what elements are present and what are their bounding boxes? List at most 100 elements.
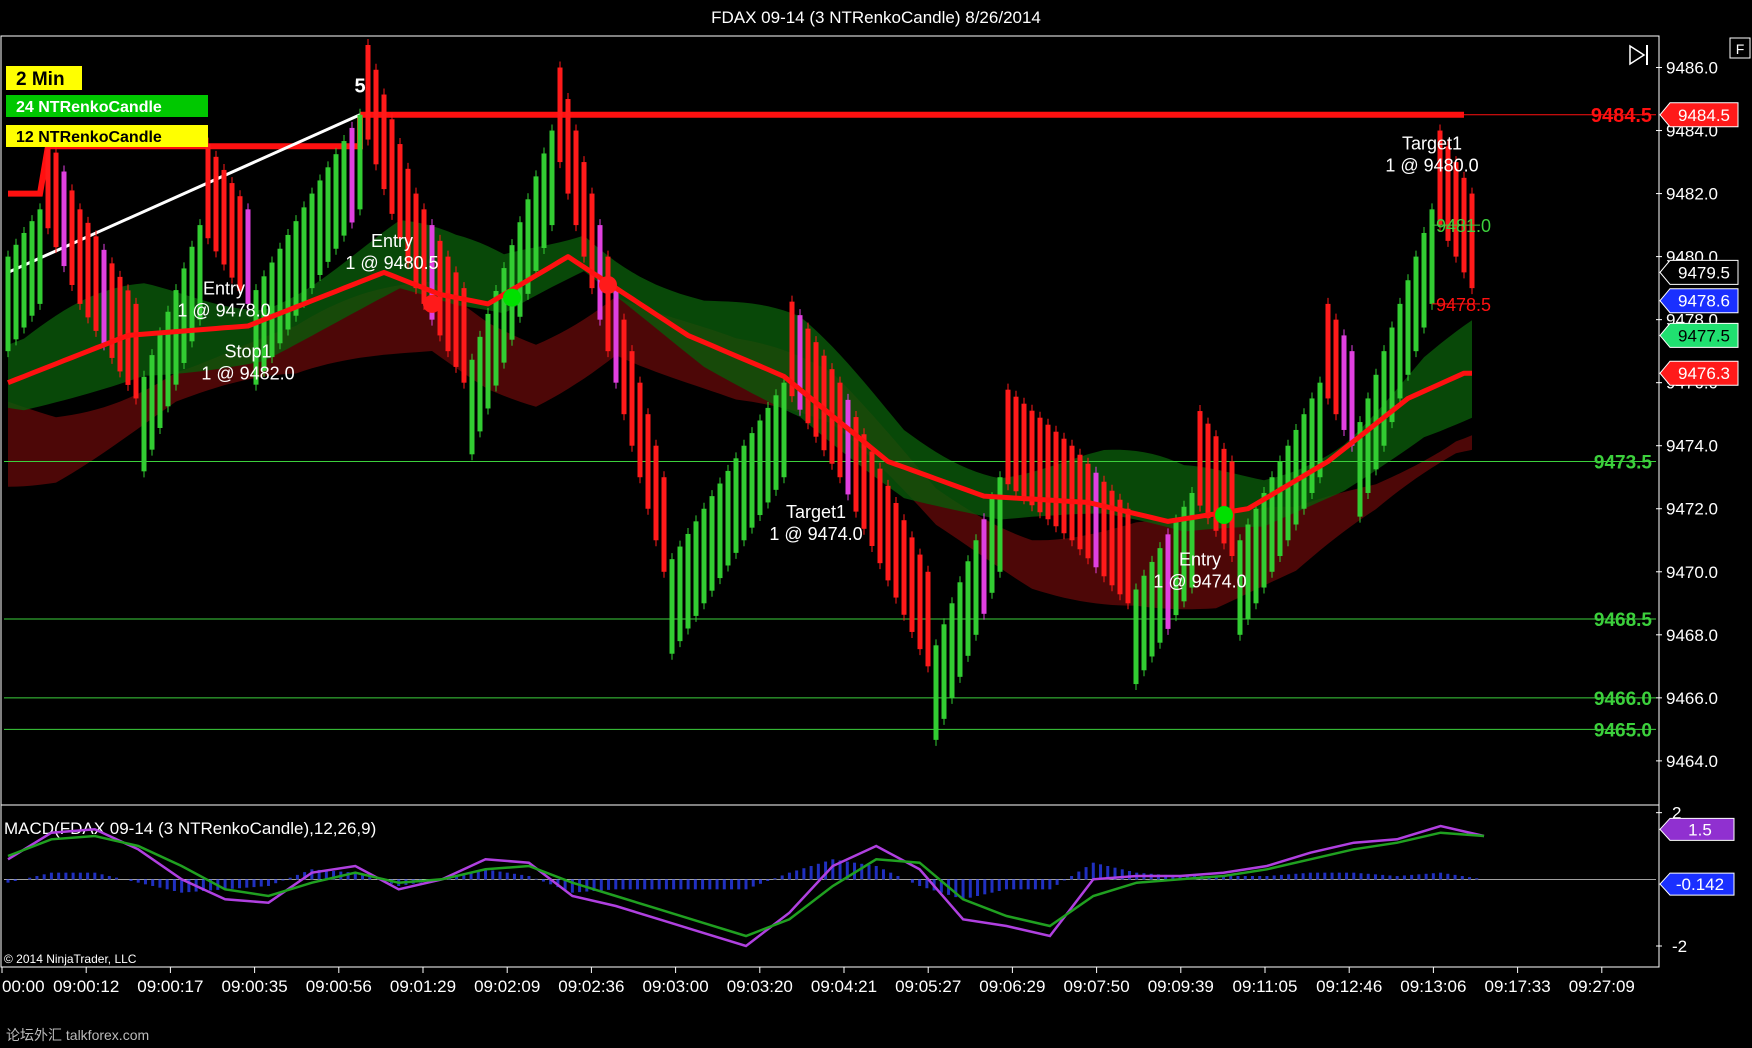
legend-box-1: 2 Min bbox=[6, 66, 82, 90]
renko-bar bbox=[1109, 490, 1115, 586]
renko-bar bbox=[61, 171, 67, 267]
renko-bar bbox=[1045, 424, 1051, 520]
renko-bar bbox=[21, 232, 27, 328]
renko-bar bbox=[1421, 232, 1427, 328]
renko-bar bbox=[813, 342, 819, 437]
renko-bar bbox=[165, 311, 171, 407]
renko-bar bbox=[533, 176, 539, 271]
macd-y-tick-label: -2 bbox=[1672, 937, 1687, 956]
renko-bar bbox=[1133, 589, 1139, 685]
level-label: 9465.0 bbox=[1594, 720, 1652, 741]
renko-bar bbox=[861, 434, 867, 529]
x-tick-label: 09:03:20 bbox=[727, 977, 793, 996]
renko-bar bbox=[613, 288, 619, 383]
x-tick-label: 09:00:56 bbox=[306, 977, 372, 996]
renko-bar bbox=[149, 355, 155, 450]
x-tick-label: 09:00:12 bbox=[53, 977, 119, 996]
renko-bar bbox=[965, 561, 971, 656]
renko-bar bbox=[293, 221, 299, 316]
renko-bar bbox=[157, 333, 163, 428]
watermark-text: 论坛外汇 talkforex.com bbox=[6, 1027, 149, 1043]
renko-bar bbox=[1069, 445, 1075, 541]
renko-bar bbox=[317, 180, 323, 275]
renko-bar bbox=[333, 154, 339, 249]
renko-bar bbox=[1141, 575, 1147, 671]
renko-bar bbox=[1325, 303, 1331, 399]
renko-bar bbox=[1085, 463, 1091, 559]
renko-bar bbox=[245, 209, 251, 304]
legend-box-1-label: 2 Min bbox=[16, 69, 65, 90]
renko-bar bbox=[1005, 389, 1011, 485]
x-tick-label: 09:11:05 bbox=[1233, 977, 1298, 996]
renko-bar bbox=[757, 420, 763, 516]
renko-bar bbox=[69, 190, 75, 285]
renko-bar bbox=[469, 359, 475, 455]
renko-bar bbox=[749, 433, 755, 528]
price-marker-label: 9484.5 bbox=[1678, 106, 1730, 125]
annotation-line2: 1 @ 9482.0 bbox=[201, 363, 294, 383]
renko-bar bbox=[885, 485, 891, 581]
renko-bar bbox=[869, 451, 875, 546]
renko-bar bbox=[85, 222, 91, 318]
legend-box-3: 12 NTRenkoCandle bbox=[6, 125, 208, 147]
renko-bar bbox=[389, 119, 395, 214]
renko-bar bbox=[1381, 351, 1387, 446]
renko-bar bbox=[1341, 335, 1347, 430]
renko-bar bbox=[1205, 423, 1211, 519]
annotation-line2: 1 @ 9480.0 bbox=[1385, 155, 1478, 175]
y-tick-label: 9470.0 bbox=[1666, 563, 1718, 582]
price-marker-label: 9477.5 bbox=[1678, 326, 1730, 345]
swing-dot bbox=[423, 294, 441, 313]
annotation-line2: 1 @ 9474.0 bbox=[769, 524, 862, 544]
x-tick-label: 09:03:00 bbox=[643, 977, 709, 996]
renko-bar bbox=[117, 276, 123, 372]
renko-bar bbox=[981, 519, 987, 614]
x-tick-label: 09:02:09 bbox=[474, 977, 540, 996]
macd-marker-label: 1.5 bbox=[1688, 820, 1712, 839]
renko-bar bbox=[1397, 303, 1403, 399]
scroll-end-button[interactable] bbox=[1629, 44, 1648, 66]
renko-bar bbox=[1365, 398, 1371, 493]
renko-bar bbox=[549, 130, 555, 226]
legend-box-2: 24 NTRenkoCandle bbox=[6, 95, 208, 117]
play-end-icon[interactable] bbox=[1629, 44, 1646, 66]
renko-bar bbox=[45, 133, 51, 229]
y-tick-label: 9466.0 bbox=[1666, 689, 1718, 708]
renko-bar bbox=[701, 508, 707, 604]
renko-bar bbox=[1277, 461, 1283, 557]
renko-bar bbox=[397, 144, 403, 239]
renko-bar bbox=[645, 414, 651, 509]
price-marker-label: 9478.6 bbox=[1678, 292, 1730, 311]
level-label: 9466.0 bbox=[1594, 689, 1652, 710]
renko-bar bbox=[949, 603, 955, 698]
chart-title: FDAX 09-14 (3 NTRenkoCandle) 8/26/2014 bbox=[711, 8, 1041, 27]
renko-bar bbox=[669, 559, 675, 654]
renko-bar bbox=[653, 445, 659, 541]
renko-bar bbox=[301, 207, 307, 302]
renko-bar bbox=[765, 407, 771, 503]
renko-bar bbox=[101, 249, 107, 345]
renko-bar bbox=[285, 234, 291, 330]
renko-bar bbox=[997, 477, 1003, 572]
renko-bar bbox=[605, 256, 611, 352]
renko-bar bbox=[933, 645, 939, 740]
x-tick-label: 09:01:29 bbox=[390, 977, 456, 996]
renko-bar bbox=[597, 225, 603, 320]
x-tick-label: 09:12:46 bbox=[1316, 977, 1382, 996]
renko-bar bbox=[1197, 411, 1203, 506]
renko-bar bbox=[741, 445, 747, 541]
renko-bar bbox=[733, 458, 739, 553]
renko-bar bbox=[445, 256, 451, 352]
renko-bar bbox=[357, 114, 363, 210]
renko-bar bbox=[93, 236, 99, 331]
renko-bar bbox=[77, 209, 83, 304]
renko-bar bbox=[837, 382, 843, 478]
corner-button[interactable]: F bbox=[1729, 37, 1751, 59]
renko-bar bbox=[1349, 351, 1355, 446]
renko-bar bbox=[325, 167, 331, 262]
renko-bar bbox=[877, 468, 883, 564]
annotation-line1: Entry bbox=[1179, 549, 1221, 569]
x-tick-label: 09:17:33 bbox=[1485, 977, 1551, 996]
annotation-line1: Target1 bbox=[786, 502, 846, 522]
renko-bar bbox=[797, 315, 803, 410]
